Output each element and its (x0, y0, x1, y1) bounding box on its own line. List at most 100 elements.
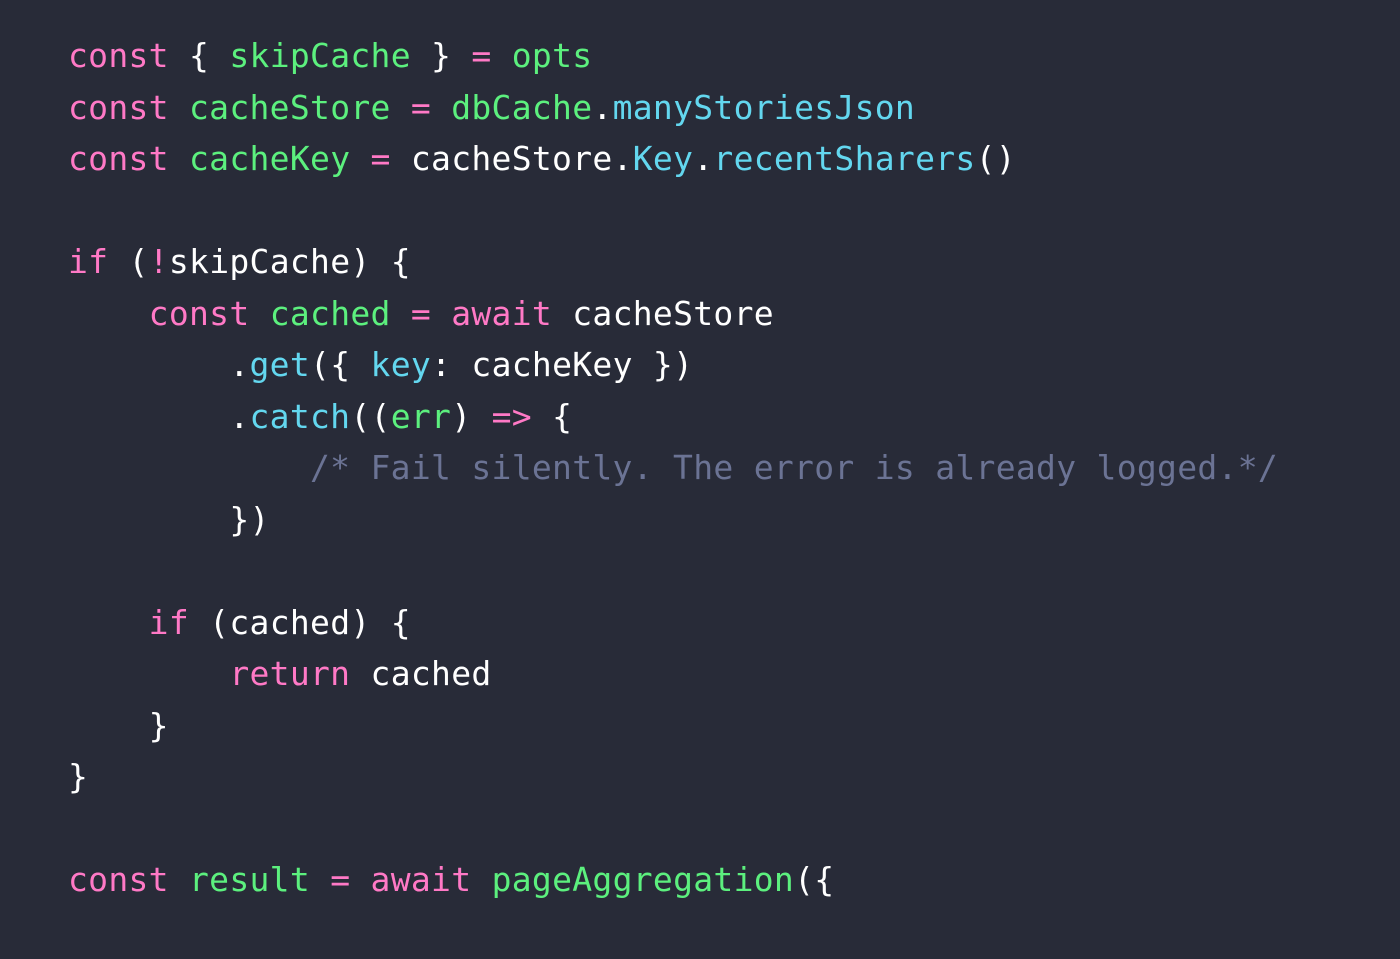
code-token-plain: }) (632, 345, 694, 384)
code-token-plain: () (975, 139, 1016, 178)
code-token-property: get (249, 345, 311, 384)
code-token-keyword: => (491, 396, 532, 436)
code-token-keyword: await (370, 860, 472, 899)
code-token-keyword: = (410, 87, 432, 127)
code-token-keyword: const (68, 139, 169, 178)
code-line: .get({ key: cacheKey }) (68, 339, 1400, 391)
code-token-plain: } (68, 757, 89, 796)
code-line: const { skipCache } = opts (68, 30, 1400, 82)
code-token-variable: cacheStore (189, 87, 391, 127)
code-token-plain: . (592, 87, 613, 127)
code-token-keyword: return (229, 654, 351, 693)
code-token-plain: . (612, 139, 633, 178)
code-token-variable: cacheKey (189, 139, 351, 178)
code-token-comment: /* Fail silently. The error is already l… (310, 448, 1279, 487)
code-line: if (cached) { (68, 597, 1400, 649)
code-line: const cacheKey = cacheStore.Key.recentSh… (68, 133, 1400, 185)
code-token-variable: skipCache (229, 36, 411, 75)
code-token-keyword: const (68, 860, 169, 899)
code-token-variable: cached (269, 293, 391, 333)
code-token-plain: } (68, 705, 169, 745)
code-token-plain: . (68, 396, 250, 436)
code-line: const cached = await cacheStore (68, 288, 1400, 340)
code-token-variable: pageAggregation (491, 860, 795, 899)
code-token-plain: cacheKey (471, 345, 633, 384)
code-line: } (68, 751, 1400, 803)
code-token-keyword: const (68, 87, 169, 127)
code-token-plain: }) (68, 499, 270, 539)
code-token-plain: ) { (350, 602, 411, 642)
code-token-variable: result (189, 860, 311, 899)
code-token-plain: ) { (350, 242, 411, 281)
code-token-property: key (370, 345, 432, 384)
code-token-property: Key (632, 139, 694, 178)
code-token-plain: cacheStore (572, 293, 774, 333)
code-token-plain: : (431, 345, 472, 384)
code-line: return cached (68, 648, 1400, 700)
code-token-property: catch (249, 396, 351, 436)
code-line: const result = await pageAggregation({ (68, 854, 1400, 906)
code-line: } (68, 700, 1400, 752)
code-line: const cacheStore = dbCache.manyStoriesJs… (68, 82, 1400, 134)
code-token-keyword: if (148, 602, 190, 642)
code-token-plain: . (68, 345, 250, 384)
code-token-plain: ) (451, 396, 492, 436)
code-token-plain: cached (370, 654, 492, 693)
code-line: }) (68, 494, 1400, 546)
code-token-keyword: = (410, 293, 432, 333)
code-token-plain: ({ (310, 345, 371, 384)
code-token-variable: err (390, 396, 452, 436)
code-token-plain: { (189, 36, 210, 75)
code-line: .catch((err) => { (68, 391, 1400, 443)
code-line: if (!skipCache) { (68, 236, 1400, 288)
code-token-property: manyStoriesJson (612, 87, 916, 127)
code-token-variable: dbCache (451, 87, 593, 127)
code-token-property: recentSharers (713, 139, 976, 178)
code-token-plain: } (431, 36, 452, 75)
code-token-keyword: = (471, 36, 492, 75)
code-token-variable: opts (511, 36, 593, 75)
code-token-plain: ( (108, 242, 149, 281)
code-token-keyword: await (451, 293, 553, 333)
code-token-keyword: = (370, 139, 391, 178)
code-token-keyword: = (330, 860, 351, 899)
code-token-plain: ({ (794, 860, 835, 899)
code-token-plain: skipCache (168, 242, 351, 281)
code-token-keyword: const (68, 36, 169, 75)
code-editor-surface: const { skipCache } = opts const cacheSto… (0, 0, 1400, 959)
code-token-plain: . (693, 139, 714, 178)
code-token-plain: (( (350, 396, 391, 436)
code-block[interactable]: const { skipCache } = opts const cacheSto… (0, 30, 1400, 906)
code-line: /* Fail silently. The error is already l… (68, 442, 1400, 494)
code-token-plain: ( (189, 602, 230, 642)
code-token-keyword: if (68, 242, 109, 281)
code-token-plain: cached (229, 602, 351, 642)
code-token-keyword: const (148, 293, 250, 333)
